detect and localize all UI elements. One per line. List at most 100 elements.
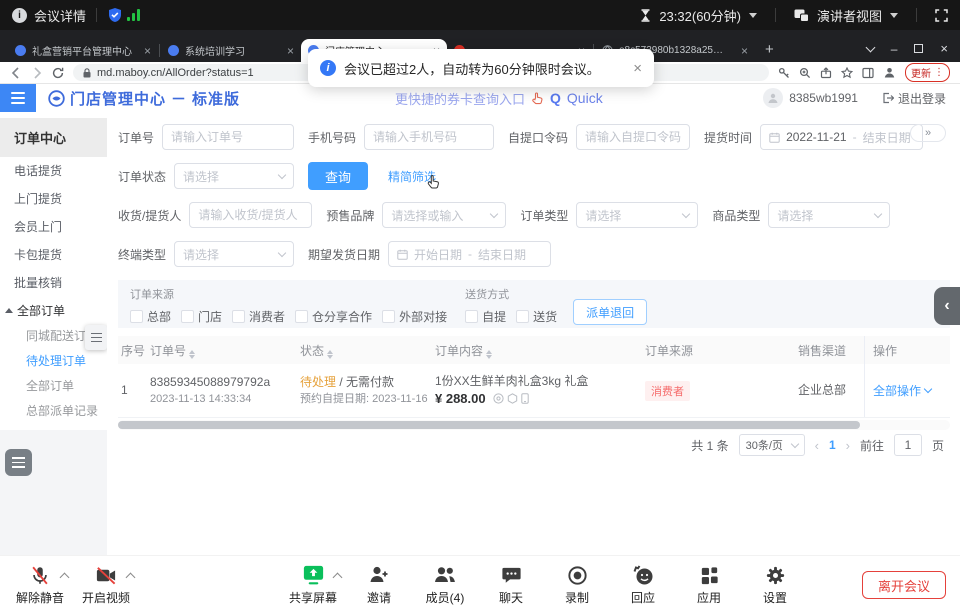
logout-button[interactable]: 退出登录 <box>882 90 946 107</box>
panel-collapse-handle[interactable]: ‹ <box>934 287 960 325</box>
leave-meeting-button[interactable]: 离开会议 <box>862 571 946 599</box>
page-size-select[interactable]: 30条/页 <box>739 434 805 456</box>
sort-icon[interactable] <box>327 350 333 359</box>
current-page[interactable]: 1 <box>829 438 836 452</box>
reaction-button[interactable]: 回应 <box>617 562 669 606</box>
view-mode-label[interactable]: 演讲者视图 <box>817 6 882 25</box>
back-icon[interactable] <box>10 67 22 79</box>
order-status-select[interactable]: 请选择 <box>174 163 294 189</box>
quick-search-icon[interactable]: Q <box>550 90 561 106</box>
checkbox-option-self-pickup[interactable]: 自提 <box>465 308 506 325</box>
hamburger-menu-button[interactable] <box>0 84 36 112</box>
toast-close-icon[interactable]: × <box>633 60 642 77</box>
apps-button[interactable]: 应用 <box>683 562 735 606</box>
sidebar-item-batch-verify[interactable]: 批量核销 <box>0 269 107 297</box>
tab-close-icon[interactable]: × <box>279 44 294 58</box>
bookmark-star-icon[interactable] <box>841 67 853 79</box>
browser-update-button[interactable]: 更新 ⋮ <box>905 63 950 82</box>
sort-icon[interactable] <box>189 350 195 359</box>
window-close-icon[interactable]: × <box>940 41 948 56</box>
expand-panel-button[interactable]: » <box>910 124 946 142</box>
next-page-button[interactable]: › <box>846 438 850 453</box>
dispatch-return-button[interactable]: 派单退回 <box>573 299 647 325</box>
sidebar-item-member-visit[interactable]: 会员上门 <box>0 213 107 241</box>
checkbox[interactable] <box>465 310 478 323</box>
chevron-down-icon[interactable] <box>890 13 898 18</box>
sort-icon[interactable] <box>486 350 492 359</box>
ship-date-range[interactable]: 开始日期 - 结束日期 <box>388 241 551 267</box>
reload-icon[interactable] <box>52 67 64 79</box>
checkbox-option-hq[interactable]: 总部 <box>130 308 171 325</box>
goto-page-input[interactable] <box>894 434 922 456</box>
record-button[interactable]: 录制 <box>551 562 603 606</box>
window-menu-chevron-icon[interactable] <box>865 42 875 52</box>
share-icon[interactable] <box>820 67 832 79</box>
quick-link[interactable]: Quick <box>567 90 603 106</box>
goods-type-select[interactable]: 请选择 <box>768 202 890 228</box>
fullscreen-icon[interactable] <box>935 9 948 22</box>
prev-page-button[interactable]: ‹ <box>815 438 819 453</box>
phone-input[interactable] <box>364 124 494 150</box>
checkbox-option-consumer[interactable]: 消费者 <box>232 308 285 325</box>
checkbox-option-store[interactable]: 门店 <box>181 308 222 325</box>
pickup-code-input[interactable] <box>576 124 690 150</box>
forward-icon[interactable] <box>31 67 43 79</box>
browser-tab[interactable]: 系统培训学习 × <box>161 39 301 62</box>
meeting-details-label[interactable]: 会议详情 <box>34 6 86 25</box>
profile-icon[interactable] <box>883 66 896 79</box>
col-content[interactable]: 订单内容 <box>435 342 635 359</box>
sidebar-item-door-pickup[interactable]: 上门提货 <box>0 185 107 213</box>
horizontal-scrollbar[interactable] <box>118 420 950 430</box>
all-actions-dropdown[interactable]: 全部操作 <box>873 382 931 399</box>
checkbox[interactable] <box>516 310 529 323</box>
table-row[interactable]: 1 83859345088979792a 2023-11-13 14:33:34… <box>118 364 950 418</box>
checkbox-option-delivery[interactable]: 送货 <box>516 308 557 325</box>
chevron-up-icon[interactable] <box>60 573 70 583</box>
invite-button[interactable]: 邀请 <box>353 562 405 606</box>
shield-check-icon[interactable] <box>107 7 123 23</box>
floating-list-button[interactable] <box>5 449 32 476</box>
col-status[interactable]: 状态 <box>300 342 435 359</box>
browser-tab[interactable]: 礼盒营销平台管理中心 × <box>8 39 158 62</box>
settings-button[interactable]: 设置 <box>749 562 801 606</box>
window-maximize-icon[interactable] <box>914 44 923 53</box>
tab-close-icon[interactable]: × <box>733 44 748 58</box>
side-panel-icon[interactable] <box>862 67 874 79</box>
sidebar-item-pending-orders[interactable]: 待处理订单 <box>0 349 107 374</box>
checkbox-option-external[interactable]: 外部对接 <box>382 308 447 325</box>
order-no-input[interactable] <box>162 124 294 150</box>
key-icon[interactable] <box>778 67 790 79</box>
receiver-input[interactable] <box>189 202 312 228</box>
checkbox[interactable] <box>232 310 245 323</box>
sidebar-item-phone-pickup[interactable]: 电话提货 <box>0 157 107 185</box>
tab-close-icon[interactable]: × <box>136 44 151 58</box>
chevron-up-icon[interactable] <box>333 573 343 583</box>
avatar[interactable] <box>763 88 783 108</box>
start-video-button[interactable]: 开启视频 <box>80 562 132 606</box>
members-button[interactable]: 成员(4) <box>419 562 471 606</box>
checkbox[interactable] <box>130 310 143 323</box>
presale-brand-select[interactable]: 请选择或输入 <box>382 202 506 228</box>
zoom-icon[interactable] <box>799 67 811 79</box>
checkbox[interactable] <box>181 310 194 323</box>
unmute-button[interactable]: 解除静音 <box>14 562 66 606</box>
search-button[interactable]: 查询 <box>308 162 368 190</box>
sidebar-collapse-handle[interactable] <box>85 325 107 350</box>
window-minimize-icon[interactable]: – <box>891 42 898 56</box>
sidebar-item-card-pickup[interactable]: 卡包提货 <box>0 241 107 269</box>
checkbox[interactable] <box>382 310 395 323</box>
sidebar-item-all-orders[interactable]: 全部订单 <box>0 374 107 399</box>
terminal-type-select[interactable]: 请选择 <box>174 241 294 267</box>
promo-link[interactable]: 更快捷的券卡查询入口 <box>395 89 525 108</box>
simple-filter-link[interactable]: 精简筛选 <box>388 168 436 185</box>
pickup-date-range[interactable]: 2022-11-21 - 结束日期 <box>760 124 923 150</box>
new-tab-icon[interactable]: + <box>765 41 774 58</box>
checkbox[interactable] <box>295 310 308 323</box>
sidebar-group-all-orders[interactable]: 全部订单 <box>0 297 107 324</box>
checkbox-option-warehouse-coop[interactable]: 仓分享合作 <box>295 308 372 325</box>
info-icon[interactable]: i <box>12 8 27 23</box>
chevron-up-icon[interactable] <box>126 573 136 583</box>
sidebar-item-hq-dispatch-records[interactable]: 总部派单记录 <box>0 399 107 424</box>
chat-button[interactable]: 聊天 <box>485 562 537 606</box>
col-order-no[interactable]: 订单号 <box>150 342 300 359</box>
